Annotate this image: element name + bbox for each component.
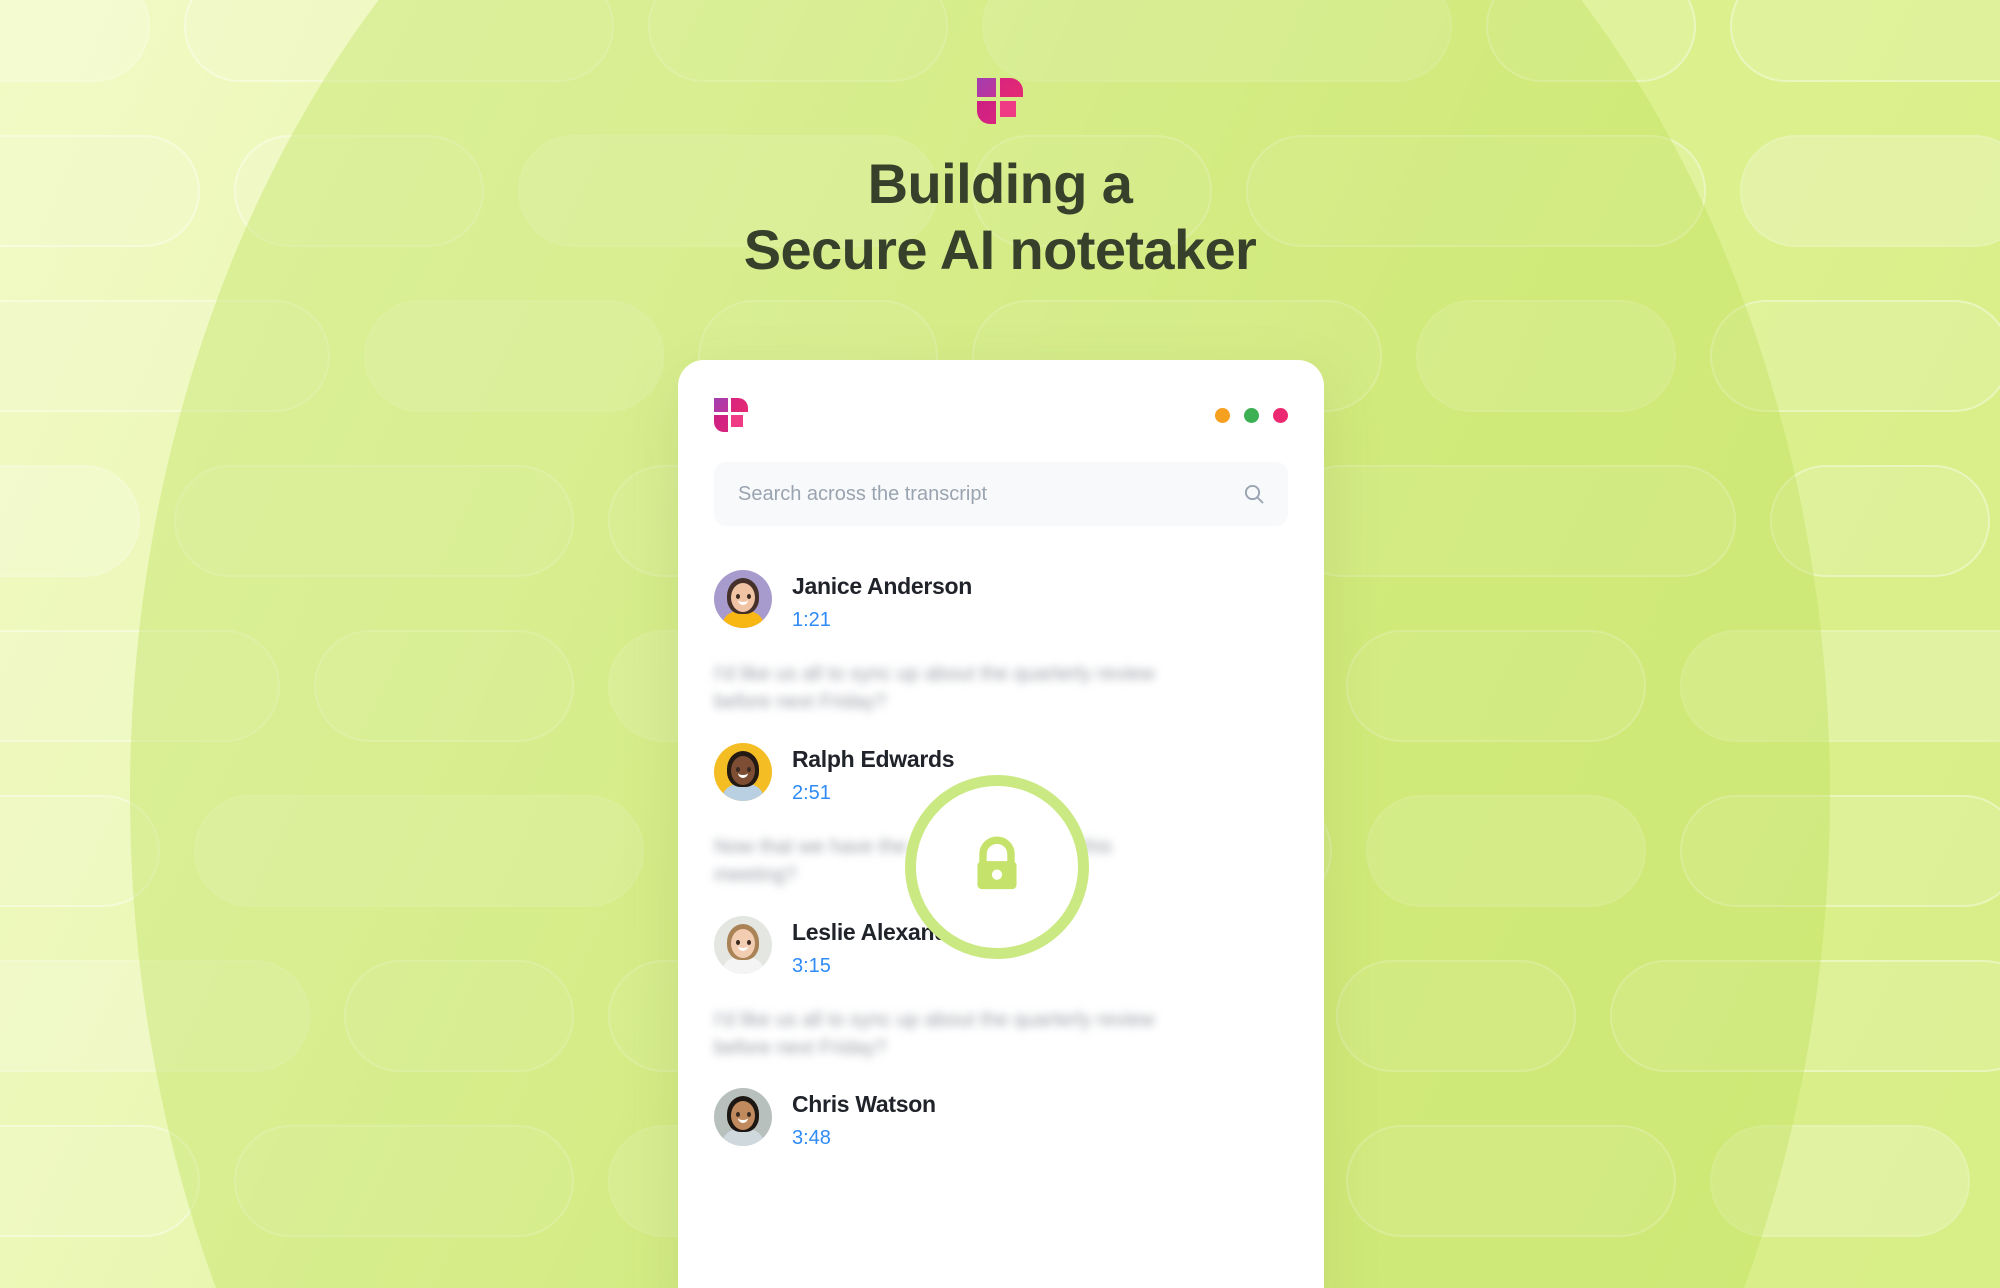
search-input[interactable] bbox=[714, 482, 1288, 506]
pattern-pill bbox=[0, 300, 330, 412]
pattern-pill bbox=[344, 960, 574, 1072]
entry-meta: Janice Anderson 1:21 bbox=[792, 570, 972, 632]
entry-text: I'd like us all to sync up about the qua… bbox=[714, 1008, 1155, 1059]
pattern-pill bbox=[184, 0, 614, 82]
entry-meta: Ralph Edwards 2:51 bbox=[792, 743, 955, 805]
avatar-janice-anderson bbox=[714, 570, 772, 628]
timestamp-link[interactable]: 1:21 bbox=[792, 609, 972, 632]
pattern-pill bbox=[1610, 960, 2000, 1072]
entry-header: Chris Watson 3:48 bbox=[714, 1088, 1288, 1150]
pattern-pill bbox=[982, 0, 1452, 82]
pattern-pill bbox=[1336, 960, 1576, 1072]
pattern-pill bbox=[1416, 300, 1676, 412]
search-box[interactable] bbox=[714, 462, 1288, 526]
page-title-line1: Building a bbox=[867, 152, 1133, 215]
pattern-pill bbox=[1730, 0, 2000, 82]
timestamp-link[interactable]: 3:15 bbox=[792, 955, 969, 978]
fireflies-logo-icon bbox=[977, 78, 1023, 124]
page-title: Building a Secure AI notetaker bbox=[0, 151, 2000, 283]
pattern-pill bbox=[1346, 1125, 1676, 1237]
timestamp-link[interactable]: 3:48 bbox=[792, 1127, 936, 1150]
speaker-name: Janice Anderson bbox=[792, 573, 972, 599]
pattern-pill bbox=[1680, 795, 2000, 907]
pattern-pill bbox=[1710, 300, 2000, 412]
search-section bbox=[678, 432, 1324, 526]
speaker-name: Chris Watson bbox=[792, 1091, 936, 1118]
pattern-pill bbox=[1286, 465, 1736, 577]
timestamp-link[interactable]: 2:51 bbox=[792, 782, 954, 805]
avatar-chris-watson bbox=[714, 1088, 772, 1147]
pattern-pill bbox=[364, 300, 664, 412]
lock-icon bbox=[977, 836, 1017, 890]
dot-pink[interactable] bbox=[1273, 407, 1288, 423]
avatar-leslie-alexander bbox=[714, 915, 772, 974]
dot-orange[interactable] bbox=[1215, 407, 1230, 423]
transcript-entry[interactable]: Chris Watson 3:48 bbox=[714, 1062, 1288, 1150]
pattern-row bbox=[0, 0, 2000, 82]
page-title-line2: Secure AI notetaker bbox=[743, 218, 1257, 282]
pattern-pill bbox=[174, 465, 574, 577]
pattern-pill bbox=[0, 960, 310, 1072]
entry-text: I'd like us all to sync up about the qua… bbox=[714, 663, 1155, 714]
pattern-pill bbox=[1710, 1125, 1970, 1237]
search-icon[interactable] bbox=[1242, 482, 1266, 506]
pattern-pill bbox=[0, 795, 160, 907]
pattern-pill bbox=[234, 1125, 574, 1237]
pattern-pill bbox=[314, 630, 574, 742]
dot-green[interactable] bbox=[1244, 407, 1259, 423]
pattern-pill bbox=[1486, 0, 1696, 82]
pattern-pill bbox=[194, 795, 644, 907]
pattern-pill bbox=[0, 630, 280, 742]
entry-header: Janice Anderson 1:21 bbox=[714, 570, 1288, 632]
page-header: Building a Secure AI notetaker bbox=[0, 78, 2000, 283]
pattern-pill bbox=[0, 0, 150, 82]
lock-icon-badge bbox=[905, 775, 1089, 959]
entry-meta: Chris Watson 3:48 bbox=[792, 1088, 936, 1150]
avatar-ralph-edwards bbox=[714, 742, 772, 801]
pattern-pill bbox=[0, 1125, 200, 1237]
pattern-pill bbox=[1366, 795, 1646, 907]
pattern-pill bbox=[1770, 465, 1990, 577]
page-root: Building a Secure AI notetaker Search ac… bbox=[0, 0, 2000, 1288]
transcript-entry[interactable]: Janice Anderson 1:21 I'd like us all to sy… bbox=[714, 544, 1288, 717]
fireflies-logo-icon bbox=[714, 398, 748, 432]
window-controls bbox=[1215, 407, 1288, 423]
pattern-pill bbox=[1680, 630, 2000, 742]
speaker-name: Ralph Edwards bbox=[792, 745, 955, 772]
app-window-titlebar bbox=[678, 360, 1324, 432]
pattern-pill bbox=[1346, 630, 1646, 742]
pattern-pill bbox=[648, 0, 948, 82]
pattern-pill bbox=[0, 465, 140, 577]
